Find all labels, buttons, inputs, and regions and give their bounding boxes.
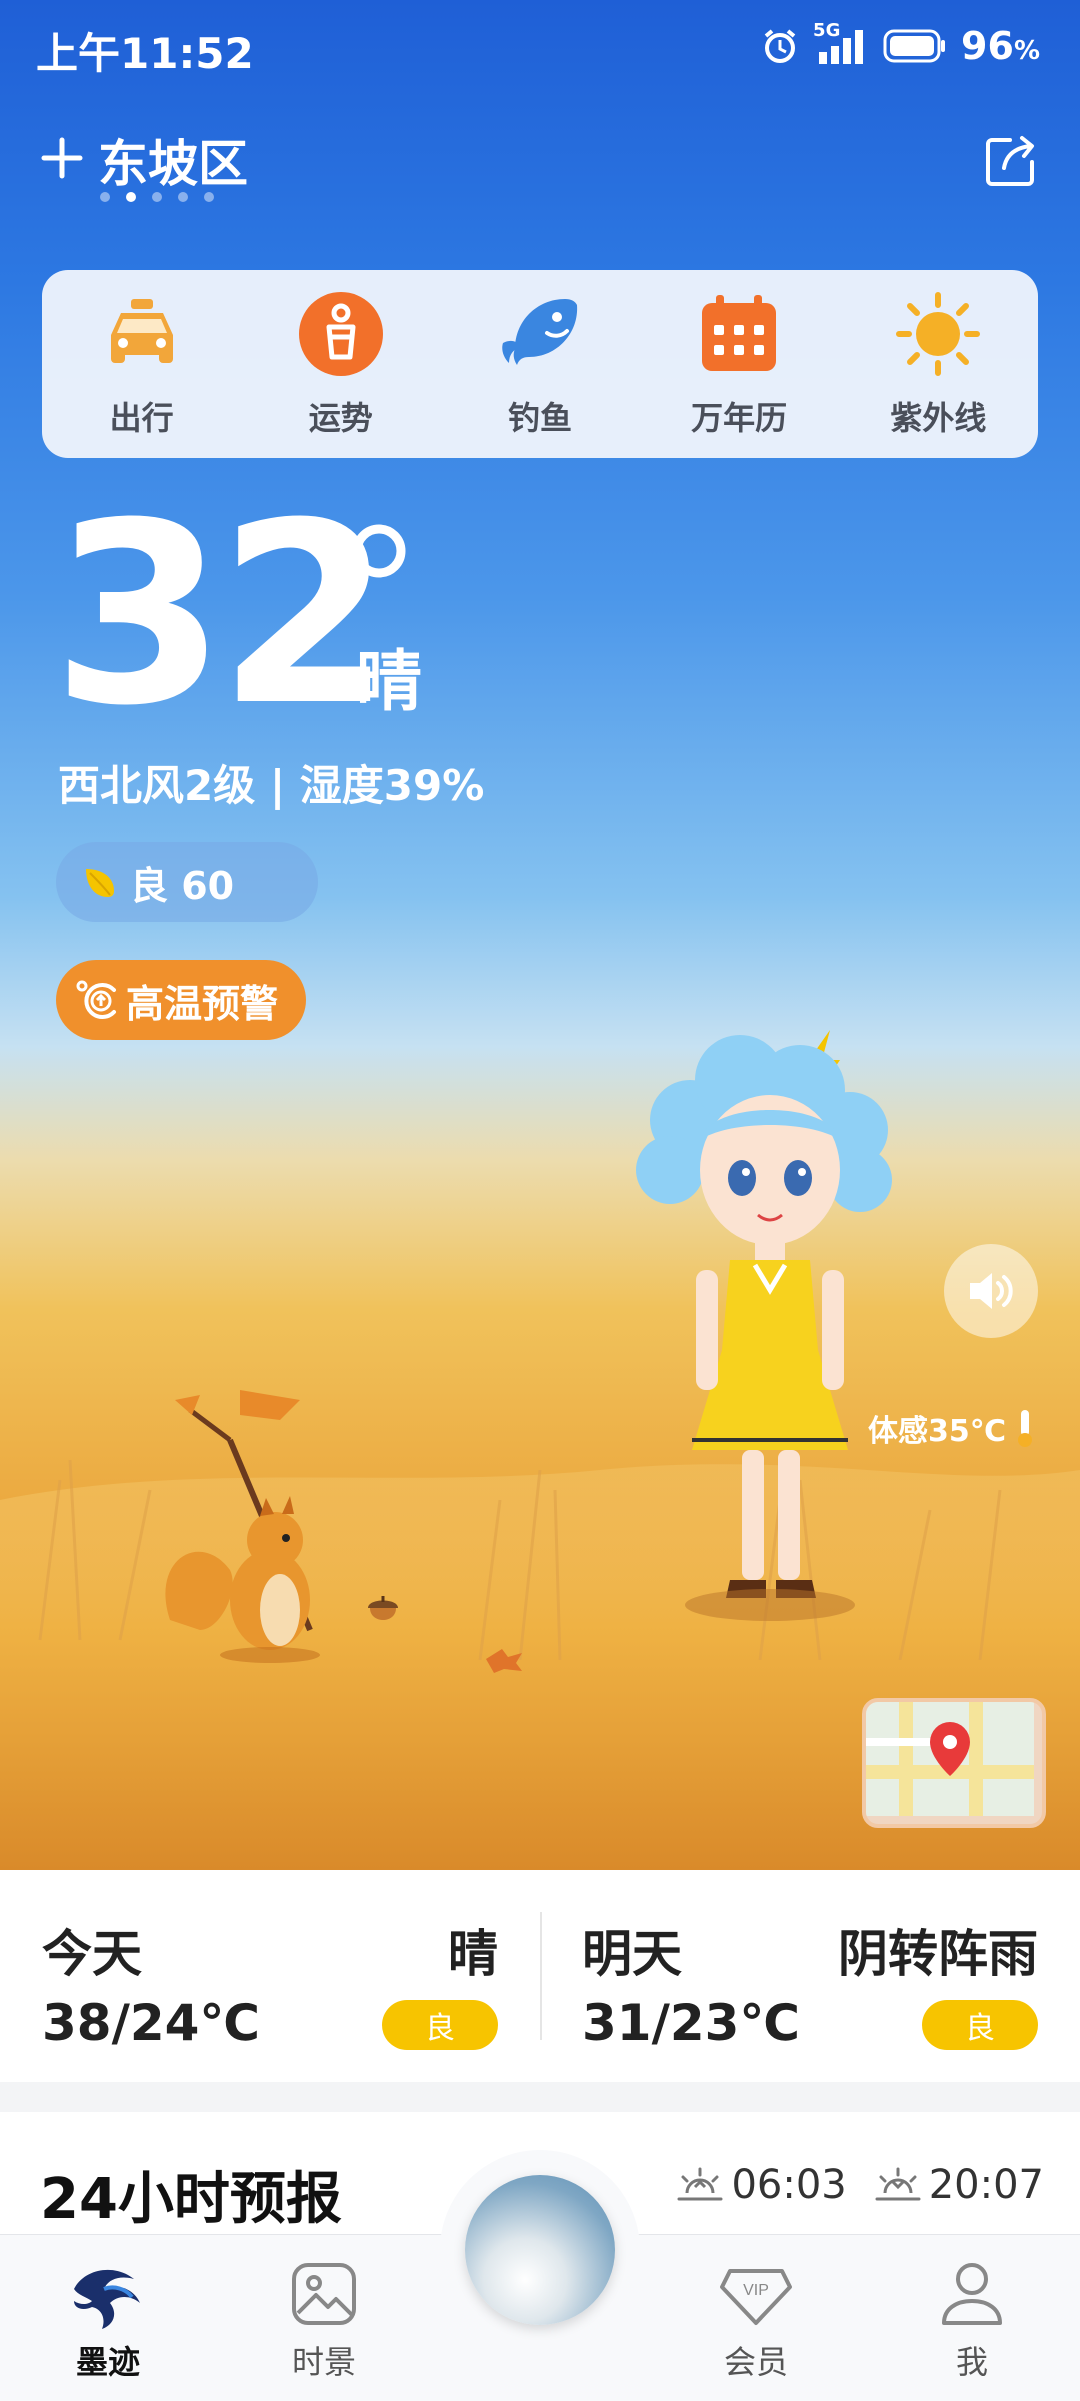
status-time: 上午11:52: [36, 29, 254, 78]
daily-summary: 今天 晴 38/24℃ 良 明天 阴转阵雨 31/23℃ 良: [0, 1870, 1080, 2082]
day-temperature: 38/24℃: [42, 1994, 260, 2052]
nav-item-vip[interactable]: VIP 会员: [676, 2259, 836, 2383]
page-dot: [204, 192, 214, 202]
day-tomorrow[interactable]: 明天 阴转阵雨 31/23℃ 良: [540, 1870, 1080, 2082]
taxi-icon: [110, 299, 173, 363]
status-bar: 上午11:52 5G 96%: [0, 0, 1080, 96]
calendar-icon: [702, 295, 777, 371]
quick-action-uv[interactable]: 紫外线: [863, 289, 1013, 439]
speaker-icon: [970, 1273, 1013, 1309]
battery-icon: [883, 29, 946, 63]
day-label: 今天: [42, 1925, 142, 1983]
degree-symbol-icon: [352, 524, 406, 578]
fortune-icon: [298, 292, 383, 376]
aqi-badge: 良: [922, 2000, 1038, 2050]
location-bar: 东坡区: [0, 120, 1080, 220]
nav-label: 会员: [723, 2343, 788, 2381]
sunset: 20:07: [875, 2162, 1044, 2208]
quick-action-label: 运势: [308, 399, 373, 437]
alarm-icon: [764, 29, 796, 63]
warning-text: 高温预警: [126, 981, 279, 1026]
day-today[interactable]: 今天 晴 38/24℃ 良: [0, 1870, 540, 2082]
day-temperature: 31/23℃: [582, 1994, 800, 2052]
fallen-leaf-illustration: [486, 1649, 522, 1673]
wind-humidity: 西北风2级 | 湿度39%: [58, 761, 485, 810]
quick-action-label: 出行: [109, 399, 174, 437]
weather-hero: 上午11:52 5G 96% 东坡区 出行 运势 钓鱼 万年历 紫外线 32 晴…: [0, 0, 1080, 1870]
feels-like: 体感35℃: [868, 1406, 1038, 1450]
battery-level: 96%: [961, 24, 1040, 68]
nav-item-me[interactable]: 我: [892, 2259, 1052, 2383]
weather-map-button[interactable]: [862, 1698, 1046, 1828]
quick-action-travel[interactable]: 出行: [67, 289, 217, 439]
weather-character-illustration[interactable]: [630, 1010, 920, 1650]
current-condition: 晴: [356, 643, 422, 720]
quick-actions-bar: 出行 运势 钓鱼 万年历 紫外线: [42, 270, 1038, 458]
sunrise: 06:03: [677, 2162, 847, 2208]
nav-label: 墨迹: [75, 2343, 140, 2381]
acorn-illustration: [368, 1596, 398, 1620]
day-condition: 阴转阵雨: [838, 1925, 1038, 1983]
heat-warning-badge[interactable]: 高温预警: [56, 960, 306, 1040]
quick-action-calendar[interactable]: 万年历: [664, 289, 814, 439]
voice-broadcast-button[interactable]: [944, 1244, 1038, 1338]
sky-scene-thumbnail: [465, 2175, 615, 2325]
quick-action-fishing[interactable]: 钓鱼: [465, 289, 615, 439]
map-pin-icon: [866, 1702, 1034, 1816]
aqi-value: 良 60: [130, 863, 235, 908]
svg-text:VIP: VIP: [743, 2282, 769, 2299]
quick-action-label: 钓鱼: [507, 399, 572, 437]
quick-action-fortune[interactable]: 运势: [266, 289, 416, 439]
sunrise-icon: [677, 2167, 723, 2201]
fish-icon: [502, 299, 578, 365]
quick-action-label: 紫外线: [890, 399, 987, 437]
signal-icon: 5G: [813, 20, 869, 66]
page-indicator: [100, 192, 214, 202]
sun-icon: [896, 292, 981, 376]
nav-label: 我: [955, 2343, 988, 2381]
thermometer-icon: [1018, 1410, 1033, 1447]
center-scene-button[interactable]: [440, 2150, 640, 2350]
leaf-icon: [86, 869, 114, 897]
page-dot: [152, 192, 162, 202]
add-city-icon[interactable]: [34, 130, 90, 186]
feels-like-text: 体感35℃: [868, 1414, 1007, 1449]
vip-icon: VIP: [720, 2269, 792, 2325]
aqi-badge[interactable]: 良 60: [56, 842, 318, 922]
status-icons: 5G 96%: [761, 20, 1040, 68]
moji-logo-icon: [74, 2269, 140, 2329]
day-label: 明天: [582, 1925, 682, 1983]
photo-icon: [292, 2263, 356, 2325]
nav-label: 时景: [291, 2343, 356, 2381]
sunset-icon: [875, 2167, 921, 2201]
page-dot: [178, 192, 188, 202]
city-name[interactable]: 东坡区: [98, 124, 248, 196]
sunrise-time: 06:03: [731, 2162, 847, 2208]
current-temperature: 32: [52, 469, 392, 760]
day-condition: 晴: [448, 1925, 498, 1983]
thermometer-warning-icon: [76, 980, 116, 1019]
page-dot: [100, 192, 110, 202]
quick-action-label: 万年历: [691, 399, 788, 437]
nav-item-moji[interactable]: 墨迹: [28, 2259, 188, 2383]
profile-icon: [942, 2263, 1002, 2325]
aqi-badge: 良: [382, 2000, 498, 2050]
sunset-time: 20:07: [928, 2162, 1044, 2208]
sun-times: 06:03 20:07: [677, 2162, 1044, 2208]
section-title: 24小时预报: [40, 2167, 342, 2232]
share-icon[interactable]: [980, 132, 1040, 192]
nav-item-photos[interactable]: 时景: [244, 2259, 404, 2383]
page-dot-active: [126, 192, 136, 202]
